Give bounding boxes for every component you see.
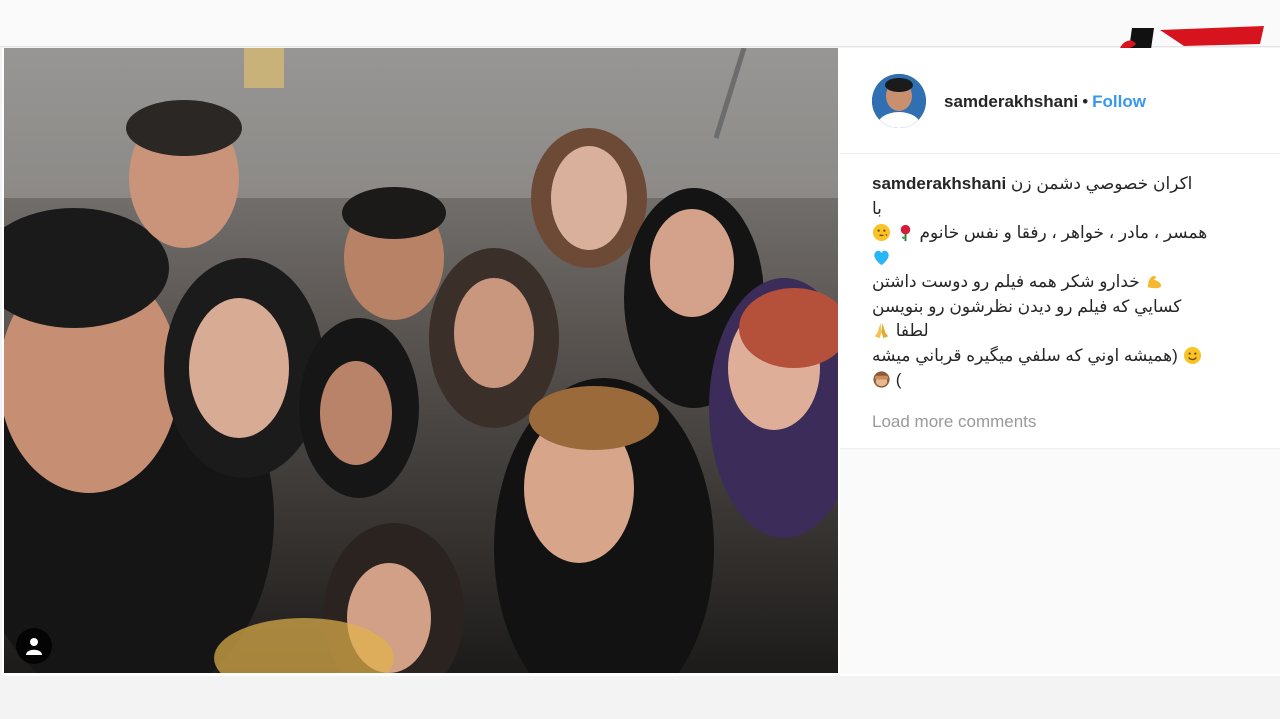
comments-area bbox=[840, 448, 1280, 674]
caption-text-8: (همیشه اوني که سلفي ميگيره قرباني ميشه bbox=[872, 345, 1178, 365]
caption-text-2: با bbox=[872, 198, 882, 218]
caption-line: لطفا bbox=[872, 319, 1248, 344]
caption-text-1: اکران خصوصي دشمن زن bbox=[1010, 174, 1193, 193]
avatar[interactable] bbox=[872, 74, 926, 128]
person-tag-icon[interactable] bbox=[16, 628, 52, 664]
caption-text-5: خدارو شکر همه فيلم رو دوست داشتن bbox=[872, 272, 1140, 291]
caption-text-3: همسر ، مادر ، خواهر ، رفقا و نفس خانوم bbox=[919, 223, 1208, 242]
post-side-panel: samderakhshani • Follow samderakhshani اکر… bbox=[840, 48, 1280, 674]
follow-button[interactable]: Follow bbox=[1092, 92, 1146, 111]
praying-hands-emoji bbox=[874, 322, 889, 339]
caption-line: samderakhshani اکران خصوصي دشمن زن bbox=[872, 172, 1248, 197]
caption-line: همسر ، مادر ، خواهر ، رفقا و نفس خانوم bbox=[872, 221, 1248, 246]
caption-line: کسايي که فيلم رو ديدن نظرشون رو بنويسن bbox=[872, 295, 1248, 320]
instagram-post: samderakhshani • Follow samderakhshani اکر… bbox=[2, 48, 1280, 676]
load-more-comments-link[interactable]: Load more comments bbox=[872, 412, 1036, 432]
kiss-emoji bbox=[872, 223, 891, 242]
top-bar bbox=[0, 0, 1280, 47]
caption-line bbox=[872, 246, 1248, 271]
see-no-evil-monkey-emoji bbox=[873, 371, 890, 388]
post-header: samderakhshani • Follow bbox=[840, 48, 1280, 154]
author-username[interactable]: samderakhshani bbox=[944, 92, 1078, 111]
caption-text-7: لطفا bbox=[895, 321, 929, 340]
post-caption: samderakhshani اکران خصوصي دشمن زن با هم… bbox=[872, 172, 1248, 393]
caption-line: با bbox=[872, 197, 1248, 222]
blue-heart-emoji bbox=[874, 250, 889, 265]
flexed-biceps-emoji bbox=[1147, 275, 1161, 289]
caption-text-9: ( bbox=[895, 370, 902, 389]
caption-text-6: کسايي که فيلم رو ديدن نظرشون رو بنويسن bbox=[872, 296, 1182, 316]
caption-line: ( bbox=[872, 368, 1248, 393]
post-author-line: samderakhshani • Follow bbox=[944, 92, 1146, 112]
rose-emoji bbox=[900, 224, 910, 242]
separator-dot: • bbox=[1082, 92, 1089, 111]
caption-line: خدارو شکر همه فيلم رو دوست داشتن bbox=[872, 270, 1248, 295]
post-photo[interactable] bbox=[4, 48, 838, 673]
caption-line: (همیشه اوني که سلفي ميگيره قرباني ميشه bbox=[872, 344, 1248, 369]
caption-username[interactable]: samderakhshani bbox=[872, 174, 1006, 193]
smiling-face-emoji bbox=[1183, 346, 1201, 364]
